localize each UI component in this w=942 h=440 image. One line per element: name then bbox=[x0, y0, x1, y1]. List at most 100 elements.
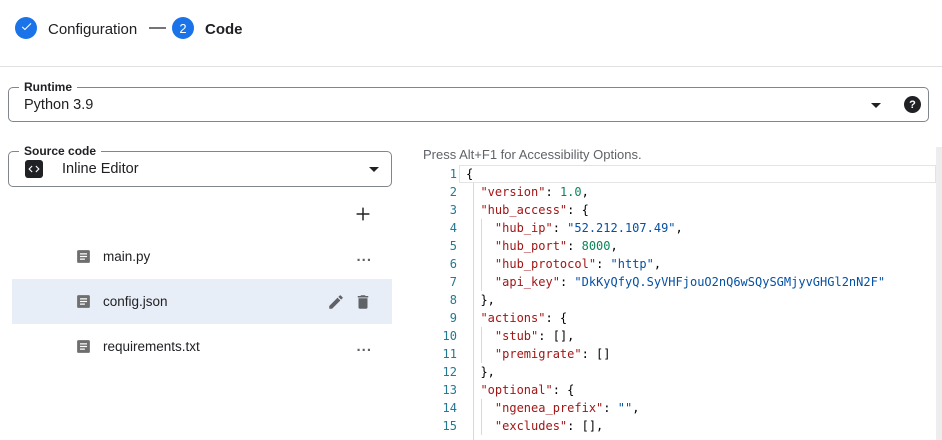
header-divider bbox=[0, 66, 942, 67]
code-token: , bbox=[611, 239, 618, 253]
code-token: "hub_protocol" bbox=[495, 257, 596, 271]
indent-guide bbox=[481, 219, 482, 237]
line-number: 8 bbox=[423, 291, 457, 309]
runtime-field-label: Runtime bbox=[19, 81, 77, 93]
code-line[interactable]: "premigrate": [] bbox=[466, 345, 936, 363]
code-token bbox=[466, 203, 480, 217]
code-line[interactable]: "actions": { bbox=[466, 309, 936, 327]
code-token: "" bbox=[618, 401, 632, 415]
line-number: 2 bbox=[423, 183, 457, 201]
line-number: 15 bbox=[423, 417, 457, 435]
code-token: { bbox=[466, 167, 473, 181]
code-token: "http" bbox=[611, 257, 654, 271]
inline-editor-icon bbox=[25, 160, 43, 178]
indent-guide bbox=[481, 255, 482, 273]
line-number: 10 bbox=[423, 327, 457, 345]
line-number: 14 bbox=[423, 399, 457, 417]
step-connector bbox=[149, 27, 166, 29]
file-actions: ... bbox=[356, 342, 372, 352]
step-number: 2 bbox=[179, 21, 186, 36]
code-line[interactable]: "excludes": [], bbox=[466, 417, 936, 435]
code-token: : bbox=[560, 275, 574, 289]
code-token: "api_key" bbox=[495, 275, 560, 289]
line-number: 6 bbox=[423, 255, 457, 273]
code-editor[interactable]: { "version": 1.0, "hub_access": { "hub_i… bbox=[466, 165, 936, 435]
code-token: : { bbox=[553, 383, 575, 397]
code-token: : bbox=[603, 401, 617, 415]
code-line[interactable]: }, bbox=[466, 363, 936, 381]
source-code-field-label: Source code bbox=[19, 145, 101, 157]
code-token: "version" bbox=[480, 185, 545, 199]
file-name: config.json bbox=[103, 294, 168, 309]
overflow-icon[interactable]: ... bbox=[356, 342, 372, 352]
code-token: "DkKyQfyQ.SyVHFjouO2nQ6wSQySGMjyvGHGl2nN… bbox=[574, 275, 885, 289]
code-token: : [], bbox=[538, 329, 574, 343]
step-configuration-indicator[interactable] bbox=[15, 17, 37, 39]
code-token: "hub_port" bbox=[495, 239, 567, 253]
code-token: "premigrate" bbox=[495, 347, 582, 361]
code-line[interactable]: "version": 1.0, bbox=[466, 183, 936, 201]
code-line[interactable]: "hub_protocol": "http", bbox=[466, 255, 936, 273]
file-list: main.py ... config.json bbox=[12, 234, 392, 369]
code-line[interactable]: "optional": { bbox=[466, 381, 936, 399]
overflow-icon[interactable]: ... bbox=[356, 252, 372, 262]
code-token: 8000 bbox=[582, 239, 611, 253]
code-token: , bbox=[676, 221, 683, 235]
code-step-page: Configuration 2 Code Runtime Python 3.9 … bbox=[0, 0, 942, 440]
code-token: }, bbox=[466, 293, 495, 307]
code-token: "actions" bbox=[480, 311, 545, 325]
code-token: : [] bbox=[582, 347, 611, 361]
file-actions bbox=[327, 293, 372, 311]
code-token: "52.212.107.49" bbox=[567, 221, 675, 235]
accessibility-hint: Press Alt+F1 for Accessibility Options. bbox=[423, 147, 642, 162]
line-number: 12 bbox=[423, 363, 457, 381]
file-row[interactable]: requirements.txt ... bbox=[12, 324, 392, 369]
code-token: : [], bbox=[567, 419, 603, 433]
code-token bbox=[466, 185, 480, 199]
code-line[interactable]: "api_key": "DkKyQfyQ.SyVHFjouO2nQ6wSQySG… bbox=[466, 273, 936, 291]
code-line[interactable]: }, bbox=[466, 291, 936, 309]
line-number: 1 bbox=[423, 165, 457, 183]
code-token: "excludes" bbox=[495, 419, 567, 433]
code-token: : bbox=[545, 185, 559, 199]
code-token: : bbox=[596, 257, 610, 271]
file-icon bbox=[75, 293, 92, 310]
code-token: "stub" bbox=[495, 329, 538, 343]
step-code-indicator[interactable]: 2 bbox=[172, 17, 194, 39]
step-configuration-label[interactable]: Configuration bbox=[48, 21, 137, 38]
runtime-field-value: Python 3.9 bbox=[24, 97, 93, 113]
code-token: , bbox=[632, 401, 639, 415]
step-code-label[interactable]: Code bbox=[205, 21, 243, 38]
file-row[interactable]: config.json bbox=[12, 279, 392, 324]
indent-guide bbox=[481, 345, 482, 363]
scrollbar[interactable] bbox=[936, 147, 942, 440]
file-name: main.py bbox=[103, 249, 150, 264]
file-actions: ... bbox=[356, 252, 372, 262]
code-line[interactable]: { bbox=[466, 165, 936, 183]
code-token: "hub_access" bbox=[480, 203, 567, 217]
delete-icon[interactable] bbox=[354, 293, 372, 311]
file-row[interactable]: main.py ... bbox=[12, 234, 392, 279]
file-icon bbox=[75, 248, 92, 265]
code-line[interactable]: "hub_access": { bbox=[466, 201, 936, 219]
chevron-down-icon[interactable] bbox=[362, 157, 386, 181]
code-line[interactable]: "ngenea_prefix": "", bbox=[466, 399, 936, 417]
chevron-down-icon[interactable] bbox=[864, 93, 888, 117]
runtime-select[interactable] bbox=[8, 87, 929, 122]
code-line[interactable]: "hub_port": 8000, bbox=[466, 237, 936, 255]
line-number: 9 bbox=[423, 309, 457, 327]
code-line[interactable]: "stub": [], bbox=[466, 327, 936, 345]
line-number: 11 bbox=[423, 345, 457, 363]
plus-icon bbox=[352, 203, 374, 228]
line-number: 5 bbox=[423, 237, 457, 255]
source-code-field-value: Inline Editor bbox=[62, 161, 139, 177]
edit-icon[interactable] bbox=[327, 293, 345, 311]
indent-guide bbox=[481, 237, 482, 255]
code-token bbox=[466, 311, 480, 325]
code-token: "hub_ip" bbox=[495, 221, 553, 235]
line-number: 3 bbox=[423, 201, 457, 219]
add-file-button[interactable] bbox=[351, 203, 375, 227]
help-icon[interactable]: ? bbox=[904, 96, 921, 113]
indent-guide bbox=[481, 399, 482, 417]
code-line[interactable]: "hub_ip": "52.212.107.49", bbox=[466, 219, 936, 237]
